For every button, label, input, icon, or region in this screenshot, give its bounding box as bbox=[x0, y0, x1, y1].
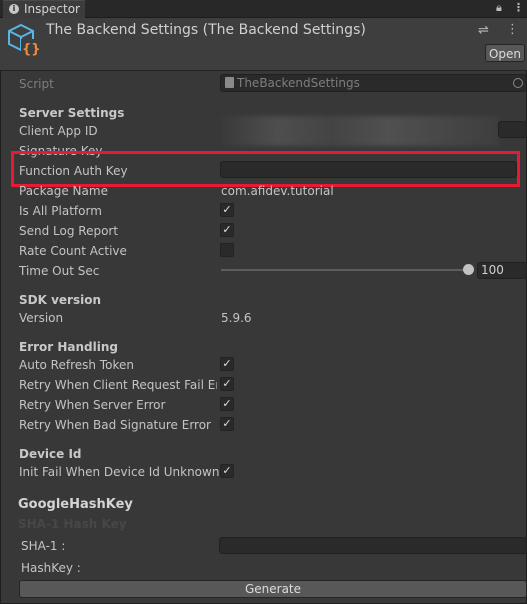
auto-refresh-token-checkbox[interactable]: ✓ bbox=[220, 357, 234, 371]
sha1-field[interactable] bbox=[219, 537, 527, 554]
settings-icon[interactable]: ⇌ bbox=[478, 23, 489, 38]
auto-refresh-token-label: Auto Refresh Token bbox=[19, 358, 134, 372]
svg-text:{}: {} bbox=[22, 42, 40, 57]
is-all-platform-checkbox[interactable]: ✓ bbox=[220, 203, 234, 217]
sha1-label: SHA-1 : bbox=[21, 539, 66, 553]
generate-button[interactable]: Generate bbox=[19, 580, 527, 598]
open-button[interactable]: Open bbox=[485, 44, 525, 62]
package-name-label: Package Name bbox=[19, 184, 108, 198]
script-value: TheBackendSettings bbox=[237, 76, 360, 90]
hashkey-label: HashKey : bbox=[21, 561, 81, 575]
sha1-hash-key-subheading: SHA-1 Hash Key bbox=[18, 517, 127, 531]
retry-server-error-checkbox[interactable]: ✓ bbox=[220, 397, 234, 411]
package-name-value[interactable]: com.afidev.tutorial bbox=[221, 184, 334, 198]
init-fail-checkbox[interactable]: ✓ bbox=[220, 464, 234, 478]
script-field[interactable]: TheBackendSettings bbox=[220, 74, 527, 92]
device-id-heading: Device Id bbox=[19, 447, 82, 461]
server-settings-heading: Server Settings bbox=[19, 106, 125, 120]
rate-count-active-label: Rate Count Active bbox=[19, 244, 127, 258]
is-all-platform-label: Is All Platform bbox=[19, 204, 102, 218]
script-file-icon bbox=[225, 77, 234, 88]
retry-client-request-fail-label: Retry When Client Request Fail Erro bbox=[19, 378, 217, 392]
retry-server-error-label: Retry When Server Error bbox=[19, 398, 166, 412]
send-log-report-label: Send Log Report bbox=[19, 224, 119, 238]
checkmark-icon: ✓ bbox=[222, 357, 232, 370]
tab-inspector[interactable]: i Inspector bbox=[3, 0, 85, 18]
time-out-sec-label: Time Out Sec bbox=[19, 264, 100, 278]
lock-icon[interactable]: 🔒︎ bbox=[496, 1, 502, 15]
version-value: 5.9.6 bbox=[221, 311, 252, 325]
init-fail-label: Init Fail When Device Id Unknown bbox=[19, 465, 220, 479]
time-out-sec-field[interactable]: 100 bbox=[477, 262, 527, 279]
retry-client-request-fail-checkbox[interactable]: ✓ bbox=[220, 377, 234, 391]
send-log-report-checkbox[interactable]: ✓ bbox=[220, 223, 234, 237]
tab-bar: i Inspector 🔒︎ ⋮ bbox=[0, 0, 527, 18]
retry-bad-signature-checkbox[interactable]: ✓ bbox=[220, 417, 234, 431]
checkmark-icon: ✓ bbox=[222, 417, 232, 430]
redacted-credentials bbox=[221, 116, 499, 146]
client-app-id-label: Client App ID bbox=[19, 124, 98, 138]
info-icon: i bbox=[9, 4, 19, 14]
more-icon[interactable]: ⋮ bbox=[506, 22, 519, 37]
script-asset-icon: {} bbox=[8, 23, 41, 60]
more-icon[interactable]: ⋮ bbox=[513, 1, 524, 14]
time-out-slider-thumb[interactable] bbox=[463, 264, 474, 275]
checkmark-icon: ✓ bbox=[222, 397, 232, 410]
inspector-header: {} The Backend Settings (The Backend Set… bbox=[0, 18, 527, 71]
tab-label: Inspector bbox=[24, 2, 80, 16]
checkmark-icon: ✓ bbox=[222, 223, 232, 236]
sdk-version-heading: SDK version bbox=[19, 293, 102, 307]
checkmark-icon: ✓ bbox=[222, 203, 232, 216]
rate-count-active-checkbox[interactable] bbox=[220, 243, 234, 257]
script-label: Script bbox=[19, 77, 54, 91]
component-title: The Backend Settings (The Backend Settin… bbox=[46, 22, 366, 38]
google-hash-key-heading: GoogleHashKey bbox=[18, 497, 133, 512]
version-label: Version bbox=[19, 311, 64, 325]
retry-bad-signature-label: Retry When Bad Signature Error bbox=[19, 418, 211, 432]
client-app-id-field[interactable] bbox=[498, 121, 527, 138]
target-icon[interactable] bbox=[513, 78, 523, 88]
time-out-slider-track[interactable] bbox=[221, 269, 469, 271]
checkmark-icon: ✓ bbox=[222, 464, 232, 477]
highlight-box bbox=[11, 151, 520, 187]
error-handling-heading: Error Handling bbox=[19, 340, 119, 354]
checkmark-icon: ✓ bbox=[222, 377, 232, 390]
